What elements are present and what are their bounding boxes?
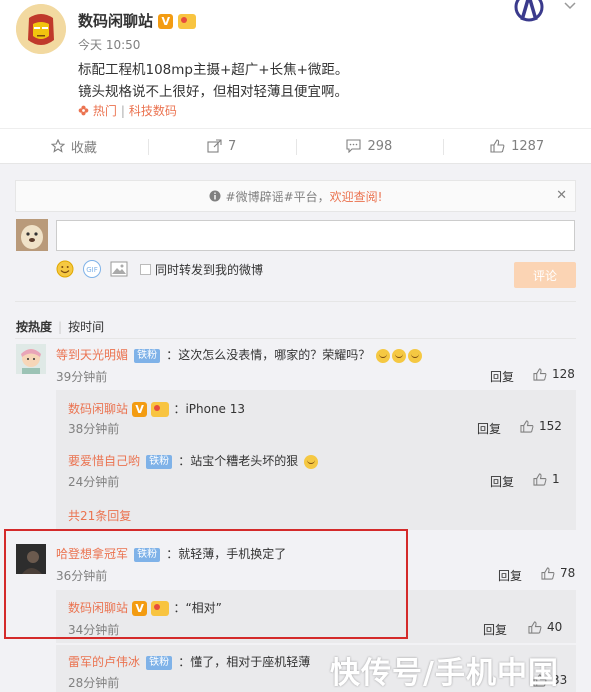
repost-icon [207, 139, 222, 153]
fan-badge: 铁粉 [146, 454, 173, 469]
post-text-line1: 标配工程机108mp主摄+超广+长焦+微距。 [78, 62, 349, 78]
favorite-button[interactable]: 收藏 [0, 129, 148, 163]
comment-input[interactable] [56, 220, 575, 251]
like-count: 1 [552, 472, 560, 486]
reply-like-button[interactable]: 152 [520, 419, 562, 433]
highlight-box [4, 529, 408, 639]
reply-button[interactable]: 回复 [498, 567, 522, 584]
fan-badge: 铁粉 [146, 655, 173, 670]
info-icon [209, 190, 221, 202]
reply-time: 38分钟前 [68, 422, 120, 436]
comment-text: ：这次怎么没表情，哪家的？荣耀吗？ [166, 348, 371, 362]
notice-text: #微博辟谣#平台， [225, 189, 330, 204]
reply-like-button[interactable]: 40 [528, 620, 562, 634]
reply-button[interactable]: 回复 [483, 621, 507, 638]
comment-button[interactable]: 298 [295, 129, 444, 163]
submit-comment-button[interactable]: 评论 [514, 262, 576, 288]
reply-button[interactable]: 回复 [490, 473, 514, 490]
reply-row: 雷军的卢伟冰 铁粉 ：懂了，相对于座机轻薄 [68, 653, 310, 670]
like-count: 78 [560, 566, 576, 580]
like-count: 128 [552, 367, 575, 381]
like-button[interactable]: 1287 [443, 129, 591, 163]
favorite-label: 收藏 [70, 140, 97, 156]
svg-text:GIF: GIF [86, 266, 98, 274]
topic-tag[interactable]: 科技数码 [129, 104, 177, 118]
like-count: 1287 [511, 138, 545, 154]
star-icon [50, 139, 65, 153]
repost-button[interactable]: 7 [147, 129, 296, 163]
reply-time: 28分钟前 [68, 676, 120, 690]
post-text-line2: 镜头规格说不上很好，但相对轻薄且便宜啊。 [78, 84, 348, 100]
like-count: 40 [547, 620, 563, 634]
reply-text: ：iPhone 13 [173, 402, 246, 416]
repost-checkbox[interactable] [140, 263, 151, 275]
replier-name[interactable]: 雷军的卢伟冰 [68, 655, 140, 669]
sort-tabs: 按热度 | 按时间 [16, 320, 105, 334]
dog-avatar-icon [16, 219, 48, 251]
gif-icon[interactable]: GIF [82, 260, 102, 278]
reply-like-button[interactable]: 1 [533, 472, 560, 486]
replier-name[interactable]: 要爱惜自己哟 [68, 454, 140, 468]
repost-option-label: 同时转发到我的微博 [155, 262, 264, 277]
hot-flower-icon [78, 105, 89, 116]
reply-row: 要爱惜自己哟 铁粉 ：站宝个糟老头坏的狠 [68, 452, 319, 469]
fan-badge: 铁粉 [134, 348, 161, 363]
comment-count: 298 [367, 138, 393, 154]
comment-like-button[interactable]: 128 [533, 367, 575, 381]
commenter-avatar[interactable] [16, 344, 46, 374]
repost-count: 7 [227, 138, 237, 154]
composer-tools: GIF 同时转发到我的微博 [56, 260, 263, 278]
more-replies-link[interactable]: 共21条回复 [68, 507, 131, 524]
cartoon-avatar-icon [16, 344, 46, 374]
comment-like-button[interactable]: 78 [541, 566, 575, 580]
author-avatar[interactable] [16, 4, 66, 54]
verified-badge-icon: V [132, 402, 148, 417]
avengers-logo-icon [512, 0, 546, 22]
doge-emoji-icon [392, 348, 407, 363]
thumbs-up-icon [520, 419, 534, 433]
sort-by-time[interactable]: 按时间 [68, 320, 104, 334]
like-count: 152 [539, 419, 562, 433]
comment-time: 39分钟前 [56, 370, 108, 384]
divider [15, 301, 576, 302]
divider [15, 338, 576, 339]
author-name-row: 数码闲聊站 V [78, 10, 197, 31]
thumbs-up-icon [528, 620, 542, 634]
thumbs-up-icon [533, 367, 547, 381]
chevron-down-icon[interactable] [563, 0, 577, 14]
author-name[interactable]: 数码闲聊站 [78, 12, 153, 30]
ironman-avatar-icon [16, 4, 66, 54]
reply-text: ：站宝个糟老头坏的狠 [178, 454, 299, 468]
image-icon[interactable] [110, 261, 128, 277]
post-tags: 热门 | 科技数码 [78, 102, 177, 119]
notice-link[interactable]: 欢迎查阅! [330, 188, 383, 205]
close-icon[interactable]: ✕ [556, 188, 567, 203]
reply-button[interactable]: 回复 [477, 420, 501, 437]
sort-by-hot[interactable]: 按热度 [16, 320, 52, 334]
thumbs-up-icon [490, 139, 505, 153]
action-bar: 收藏 7 298 1287 [0, 128, 591, 164]
level-badge-icon [151, 402, 170, 417]
reply-row: 数码闲聊站 V ：iPhone 13 [68, 400, 245, 417]
my-avatar[interactable] [16, 219, 48, 251]
reply-button[interactable]: 回复 [490, 368, 514, 385]
rumor-notice: #微博辟谣#平台， 欢迎查阅! ✕ [15, 180, 576, 212]
commenter-name[interactable]: 等到天光明媚 [56, 348, 128, 362]
level-badge-icon [178, 14, 197, 29]
replier-name[interactable]: 数码闲聊站 [68, 402, 128, 416]
reply-text: ：懂了，相对于座机轻薄 [178, 655, 311, 669]
thumbs-up-icon [533, 472, 547, 486]
comment-icon [346, 139, 362, 153]
hot-tag[interactable]: 热门 [93, 104, 117, 118]
thumbs-up-icon [541, 566, 555, 580]
doge-emoji-icon [376, 348, 391, 363]
doge-emoji-icon [408, 348, 423, 363]
watermark: 快传号/手机中国 [330, 656, 559, 691]
emoji-icon[interactable] [56, 260, 74, 278]
post-time[interactable]: 今天 10:50 [78, 36, 140, 53]
comment-row: 等到天光明媚 铁粉 ：这次怎么没表情，哪家的？荣耀吗？ [56, 346, 423, 363]
reply-time: 24分钟前 [68, 475, 120, 489]
verified-badge-icon: V [158, 14, 174, 29]
doge-emoji-icon [304, 454, 319, 469]
